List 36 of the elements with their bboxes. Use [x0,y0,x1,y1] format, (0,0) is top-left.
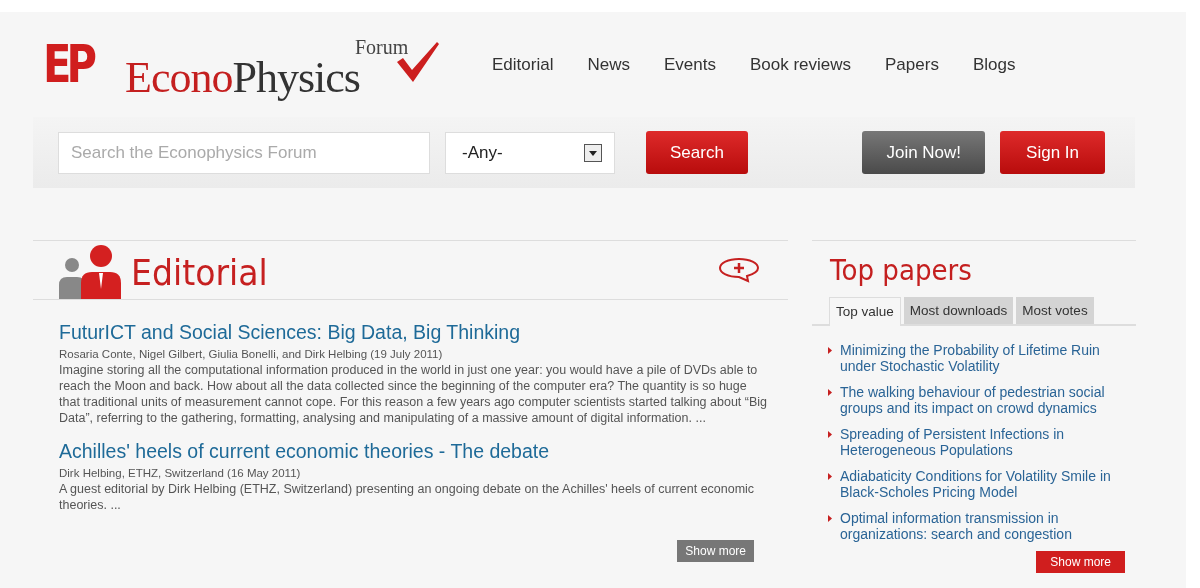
bullet-icon [828,473,832,480]
nav-link[interactable]: Events [663,54,716,75]
nav-link[interactable]: Book reviews [749,54,852,75]
paper-link[interactable]: Minimizing the Probability of Lifetime Ruin under Stochastic Volatility [840,342,1136,374]
add-comment-icon[interactable] [718,257,760,283]
article-title-link[interactable]: FuturICT and Social Sciences: Big Data, Big Thinking [59,321,788,344]
section-title: Top papers [830,253,973,287]
article-title-link[interactable]: Achilles' heels of current economic theories - The debate [59,440,788,463]
section-title: Editorial [131,255,268,291]
sign-in-button[interactable]: Sign In [1000,131,1105,174]
article-byline: Rosaria Conte, Nigel Gilbert, Giulia Bonelli, and Dirk Helbing (19 July 2011) [59,348,444,360]
show-more-button[interactable]: Show more [1036,551,1125,573]
article-summary: Imagine storing all the computational information produced in the world in just one year: you would have a pile of DVDs able to reach the Moon and back. How about all the data collected since the beginning of the computer era? The quantity is so huge that traditional units of measurement cannot cope. For this reason a few years ago computer scientists started talking about “Big Data”, referring to the gathering, formatting, analysing and manipulating of a massive amount of digital information. ... [59,362,768,426]
search-button[interactable]: Search [646,131,748,174]
bullet-icon [828,431,832,438]
tab[interactable]: Most votes [1016,297,1094,324]
nav-link[interactable]: Editorial [492,54,554,75]
logo-mark: EP [43,37,93,90]
article-summary: A guest editorial by Dirk Helbing (ETHZ, Switzerland) presenting an ongoing debate on the Achilles' heels of current economic theories. ... [59,481,756,513]
show-more-button[interactable]: Show more [677,540,754,562]
tab[interactable]: Most downloads [903,297,1014,324]
join-button[interactable]: Join Now! [862,131,986,174]
bullet-icon [828,389,832,396]
nav-link[interactable]: News [587,54,630,75]
nav-link[interactable]: Blogs [972,54,1016,75]
tab[interactable]: Top value [829,297,901,326]
paper-link[interactable]: Adiabaticity Conditions for Volatility Smile in Black-Scholes Pricing Model [840,468,1136,500]
search-field[interactable]: Search the Econophysics Forum [58,131,430,174]
paper-link[interactable]: Spreading of Persistent Infections in Heterogeneous Populations [840,426,1136,458]
nav-link[interactable]: Papers [885,54,939,75]
paper-link[interactable]: The walking behaviour of pedestrian social groups and its impact on crowd dynamics [840,384,1136,416]
scope-dropdown[interactable]: -Any- [445,131,615,174]
article-byline: Dirk Helbing, ETHZ, Switzerland (16 May 2011) [59,467,302,479]
paper-link[interactable]: Optimal information transmission in organizations: search and congestion [840,510,1136,542]
bullet-icon [828,347,832,354]
bullet-icon [828,515,832,522]
